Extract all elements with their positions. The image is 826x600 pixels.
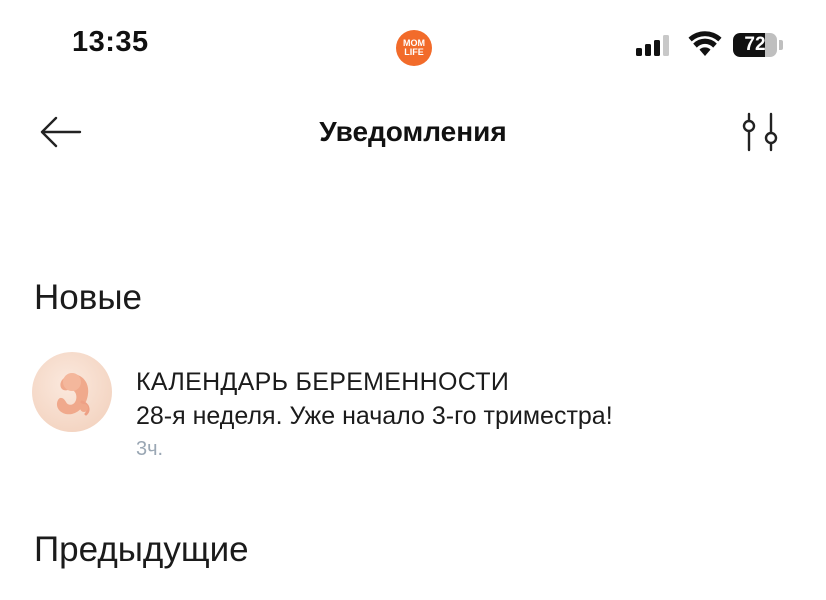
section-title-new: Новые xyxy=(34,278,142,317)
battery-cap xyxy=(779,40,783,50)
embryo-icon xyxy=(32,352,112,432)
page-title: Уведомления xyxy=(319,116,507,147)
section-title-previous: Предыдущие xyxy=(34,530,249,569)
filter-button[interactable] xyxy=(738,108,786,156)
sliders-icon xyxy=(742,112,778,152)
notification-item[interactable]: КАЛЕНДАРЬ БЕРЕМЕННОСТИ 28-я неделя. Уже … xyxy=(32,352,792,462)
wifi-icon xyxy=(688,31,722,56)
momlife-logo-icon: MOM LIFE xyxy=(396,30,432,66)
status-bar: 13:35 MOM LIFE 72 xyxy=(0,0,826,90)
battery-level: 72 xyxy=(744,34,766,55)
notification-source: КАЛЕНДАРЬ БЕРЕМЕННОСТИ xyxy=(136,368,510,396)
status-time: 13:35 xyxy=(72,26,149,58)
battery-icon: 72 xyxy=(733,33,777,57)
cellular-signal-icon xyxy=(636,34,669,56)
notification-time: 3ч. xyxy=(136,438,164,460)
notification-text: 28-я неделя. Уже начало 3-го триместра! xyxy=(136,402,613,430)
logo-text-bottom: LIFE xyxy=(404,47,424,57)
navigation-bar: Уведомления xyxy=(0,100,826,164)
